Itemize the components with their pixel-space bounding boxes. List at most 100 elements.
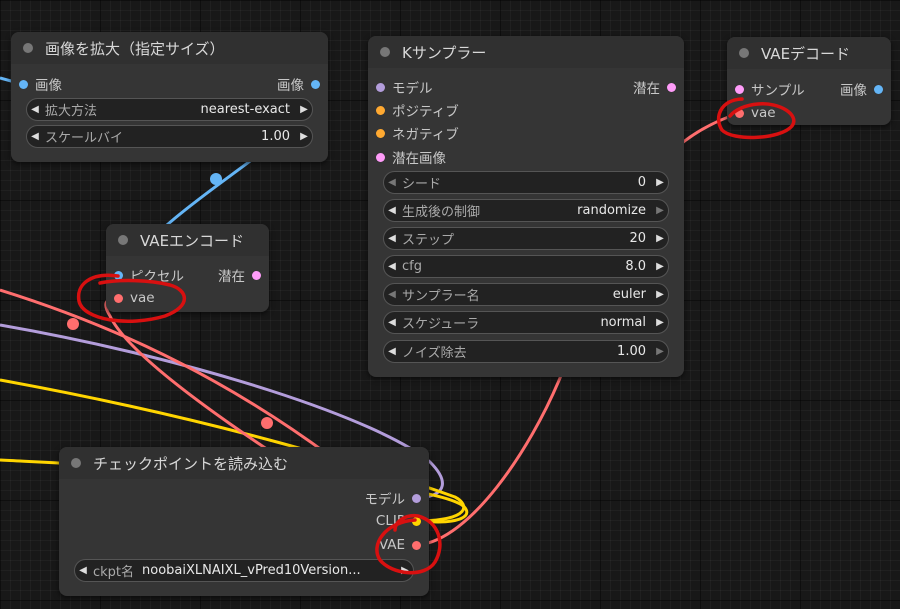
input-slot-model[interactable]: モデル [376, 77, 433, 97]
decrement-arrow-icon[interactable]: ◀ [384, 177, 400, 188]
output-slot-image[interactable]: 画像 [277, 74, 320, 94]
decrement-arrow-icon[interactable]: ◀ [384, 289, 400, 300]
widget-value: 8.0 [625, 259, 646, 274]
input-slot-vae[interactable]: vae [735, 103, 776, 123]
slot-dot-icon[interactable] [412, 516, 421, 526]
widget-control-after-generate[interactable]: ◀ 生成後の制御 randomize ▶ [383, 199, 669, 222]
upscale-image-node[interactable]: 画像を拡大（指定サイズ） 画像 画像 ◀ 拡大方法 nearest-exact … [11, 32, 328, 162]
collapse-dot-icon[interactable] [118, 235, 128, 245]
decrement-arrow-icon[interactable]: ◀ [75, 565, 91, 576]
widget-value: 1.00 [261, 129, 290, 144]
slot-dot-icon[interactable] [114, 293, 123, 303]
slot-dot-icon[interactable] [667, 82, 676, 92]
slot-dot-icon[interactable] [19, 79, 28, 89]
input-slot-negative[interactable]: ネガティブ [376, 123, 459, 143]
slot-label: vae [130, 290, 155, 306]
slot-label: モデル [392, 81, 433, 97]
slot-dot-icon[interactable] [376, 152, 385, 162]
widget-label: cfg [402, 259, 422, 274]
decrement-arrow-icon[interactable]: ◀ [384, 233, 400, 244]
node-header[interactable]: 画像を拡大（指定サイズ） [11, 32, 328, 64]
node-header[interactable]: VAEエンコード [106, 224, 269, 256]
node-title: チェックポイントを読み込む [93, 454, 289, 473]
decrement-arrow-icon[interactable]: ◀ [384, 317, 400, 328]
checkpoint-loader-node[interactable]: チェックポイントを読み込む モデル CLIP VAE ◀ ckpt名 nooba… [59, 447, 429, 596]
slot-dot-icon[interactable] [735, 84, 744, 94]
link-midpoint-vae[interactable] [67, 318, 79, 330]
widget-cfg[interactable]: ◀ cfg 8.0 ▶ [383, 255, 669, 278]
slot-dot-icon[interactable] [735, 108, 744, 118]
increment-arrow-icon[interactable]: ▶ [652, 346, 668, 357]
widget-value: 0 [637, 175, 646, 190]
vae-decode-node[interactable]: VAEデコード サンプル 画像 vae [727, 37, 891, 125]
increment-arrow-icon[interactable]: ▶ [296, 104, 312, 115]
node-title: 画像を拡大（指定サイズ） [45, 39, 225, 58]
input-slot-latent-image[interactable]: 潜在画像 [376, 147, 446, 167]
output-slot-latent[interactable]: 潜在 [633, 77, 676, 97]
widget-upscale-method[interactable]: ◀ 拡大方法 nearest-exact ▶ [26, 98, 313, 121]
widget-steps[interactable]: ◀ ステップ 20 ▶ [383, 227, 669, 250]
widget-denoise[interactable]: ◀ ノイズ除去 1.00 ▶ [383, 340, 669, 363]
ksampler-node[interactable]: Kサンプラー モデル 潜在 ポジティブ ネガティブ 潜在画像 ◀ シード 0 ▶ [368, 36, 684, 377]
node-header[interactable]: チェックポイントを読み込む [59, 447, 429, 479]
increment-arrow-icon[interactable]: ▶ [652, 177, 668, 188]
slot-dot-icon[interactable] [252, 270, 261, 280]
increment-arrow-icon[interactable]: ▶ [652, 317, 668, 328]
widget-label: サンプラー名 [402, 289, 480, 304]
decrement-arrow-icon[interactable]: ◀ [27, 131, 43, 142]
input-slot-image[interactable]: 画像 [19, 74, 62, 94]
slot-label: ピクセル [130, 269, 184, 285]
vae-encode-node[interactable]: VAEエンコード ピクセル 潜在 vae [106, 224, 269, 312]
widget-sampler-name[interactable]: ◀ サンプラー名 euler ▶ [383, 283, 669, 306]
widget-label: ステップ [402, 233, 455, 248]
widget-value: 1.00 [617, 344, 646, 359]
input-slot-positive[interactable]: ポジティブ [376, 100, 459, 120]
input-slot-samples[interactable]: サンプル [735, 79, 805, 99]
increment-arrow-icon[interactable]: ▶ [652, 205, 668, 216]
slot-label: 潜在 [218, 269, 245, 285]
increment-arrow-icon[interactable]: ▶ [296, 131, 312, 142]
increment-arrow-icon[interactable]: ▶ [652, 233, 668, 244]
output-slot-model[interactable]: モデル [365, 488, 421, 508]
decrement-arrow-icon[interactable]: ◀ [384, 346, 400, 357]
widget-value: noobaiXLNAIXL_vPred10Version... [142, 563, 361, 578]
slot-dot-icon[interactable] [376, 128, 385, 138]
widget-scale-by[interactable]: ◀ スケールバイ 1.00 ▶ [26, 125, 313, 148]
widget-seed[interactable]: ◀ シード 0 ▶ [383, 171, 669, 194]
output-slot-image[interactable]: 画像 [840, 79, 883, 99]
link-midpoint-image[interactable] [210, 173, 222, 185]
slot-dot-icon[interactable] [412, 493, 421, 503]
decrement-arrow-icon[interactable]: ◀ [27, 104, 43, 115]
slot-dot-icon[interactable] [376, 82, 385, 92]
output-slot-latent[interactable]: 潜在 [218, 265, 261, 285]
collapse-dot-icon[interactable] [739, 48, 749, 58]
slot-dot-icon[interactable] [376, 105, 385, 115]
collapse-dot-icon[interactable] [23, 43, 33, 53]
increment-arrow-icon[interactable]: ▶ [397, 565, 413, 576]
slot-label: 画像 [840, 83, 867, 99]
widget-value: normal [600, 315, 646, 330]
widget-ckpt-name[interactable]: ◀ ckpt名 noobaiXLNAIXL_vPred10Version... … [74, 559, 414, 582]
slot-label: CLIP [375, 513, 405, 529]
widget-label: シード [402, 177, 442, 192]
input-slot-vae[interactable]: vae [114, 288, 155, 308]
slot-dot-icon[interactable] [311, 79, 320, 89]
node-header[interactable]: VAEデコード [727, 37, 891, 69]
link-vae-to-encode-a[interactable] [0, 288, 331, 458]
node-header[interactable]: Kサンプラー [368, 36, 684, 68]
collapse-dot-icon[interactable] [71, 458, 81, 468]
output-slot-vae[interactable]: VAE [379, 535, 421, 555]
increment-arrow-icon[interactable]: ▶ [652, 261, 668, 272]
node-graph-canvas[interactable]: 画像を拡大（指定サイズ） 画像 画像 ◀ 拡大方法 nearest-exact … [0, 0, 900, 609]
widget-scheduler[interactable]: ◀ スケジューラ normal ▶ [383, 311, 669, 334]
slot-dot-icon[interactable] [412, 540, 421, 550]
collapse-dot-icon[interactable] [380, 47, 390, 57]
decrement-arrow-icon[interactable]: ◀ [384, 205, 400, 216]
increment-arrow-icon[interactable]: ▶ [652, 289, 668, 300]
input-slot-pixels[interactable]: ピクセル [114, 265, 184, 285]
decrement-arrow-icon[interactable]: ◀ [384, 261, 400, 272]
link-midpoint-vae-2[interactable] [261, 417, 273, 429]
slot-dot-icon[interactable] [874, 84, 883, 94]
output-slot-clip[interactable]: CLIP [376, 511, 421, 531]
slot-dot-icon[interactable] [114, 270, 123, 280]
